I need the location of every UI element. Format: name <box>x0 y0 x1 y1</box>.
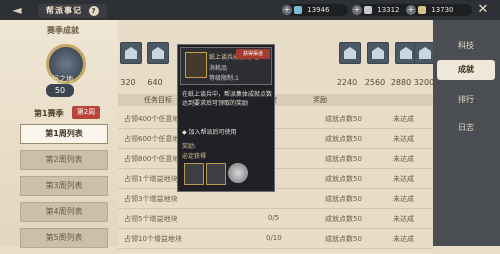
row-status: 未达成 <box>393 155 414 163</box>
item-type: 消耗品 <box>209 65 228 72</box>
silver-coin-icon[interactable] <box>228 163 248 183</box>
chest-value: 2240 <box>336 78 358 87</box>
row-reward: 成就点数50 <box>325 195 362 203</box>
chest-icon[interactable] <box>339 42 361 64</box>
reward-label: 奖励: <box>182 143 197 150</box>
season-row: 第1赛季 第2周 <box>8 106 108 120</box>
week-3-button[interactable]: 第3周列表 <box>20 176 108 196</box>
item-tooltip: 纸上谈兵成就礼·七 消耗品 等级限制:1 获得渠道 在纸上谈兵中，帮派集体成就点… <box>177 44 275 192</box>
row-reward: 成就点数50 <box>325 175 362 183</box>
currency-gold: + 13730 <box>406 4 472 16</box>
row-goal: 占领1个增益地块 <box>124 175 178 183</box>
reward-items <box>184 163 270 185</box>
window-title: 帮派事记 <box>46 6 82 15</box>
chest-icon[interactable] <box>120 42 142 64</box>
top-bar: ◄ 帮派事记 ? + 13946 + 13312 + 13730 ✕ <box>0 0 500 20</box>
chest-value: 640 <box>147 78 163 87</box>
add-gold-icon[interactable]: + <box>406 5 416 15</box>
season-label: 第1赛季 <box>34 109 64 118</box>
right-nav: 科技 成就 排行 日志 <box>433 20 500 246</box>
table-header: 任务目标 进度 奖励 <box>118 94 433 106</box>
item-tip: ◆ 加入帮派后可使用 <box>182 129 237 136</box>
close-icon[interactable]: ✕ <box>472 2 494 18</box>
badge-name: 立恒之地 <box>45 75 73 83</box>
table-row: 占领800个任意地块 成就点数50 未达成 <box>118 148 433 169</box>
table-row: 占领3个增益地块 成就点数50 未达成 <box>118 188 433 209</box>
row-progress: 0/5 <box>268 214 280 222</box>
item-limit: 等级限制:1 <box>209 75 239 82</box>
row-status: 未达成 <box>393 235 414 243</box>
chest-icon[interactable] <box>147 42 169 64</box>
table-row: 占领5个增益地块 0/5 成就点数50 未达成 <box>118 208 433 229</box>
reward-item-icon[interactable] <box>206 163 226 185</box>
help-icon[interactable]: ? <box>88 6 99 16</box>
row-goal: 占领5个增益地块 <box>124 215 178 223</box>
window-title-bar: 帮派事记 ? <box>38 4 107 18</box>
back-arrow-icon[interactable]: ◄ <box>6 3 28 17</box>
header-reward: 奖励 <box>313 96 327 104</box>
header-goal: 任务目标 <box>144 96 172 104</box>
jade-value: 13946 <box>307 6 330 14</box>
item-description: 在纸上谈兵中，帮派集体成就点数达到要求后可领取的奖励 <box>182 91 273 107</box>
tab-technology[interactable]: 科技 <box>437 36 495 56</box>
season-panel: 赛季成就 立恒之地 50 第1赛季 第2周 第1周列表 第2周列表 第3周列表 … <box>0 20 118 248</box>
table-row: 占领400个任意地块 成就点数50 未达成 <box>118 108 433 129</box>
add-jade-icon[interactable]: + <box>282 5 292 15</box>
badge-level: 50 <box>46 84 74 97</box>
row-goal: 占领3个增益地块 <box>124 195 178 203</box>
row-status: 未达成 <box>393 135 414 143</box>
week-4-button[interactable]: 第4周列表 <box>20 202 108 222</box>
row-goal: 占领10个增益地块 <box>124 235 182 243</box>
row-status: 未达成 <box>393 215 414 223</box>
jade-icon <box>294 6 302 14</box>
tab-log[interactable]: 日志 <box>437 118 495 138</box>
silver-value: 13312 <box>377 6 400 14</box>
tab-achievement[interactable]: 成就 <box>437 60 495 80</box>
row-reward: 成就点数50 <box>325 115 362 123</box>
row-status: 未达成 <box>393 175 414 183</box>
row-progress: 0/10 <box>266 234 282 242</box>
obtain-source-button[interactable]: 获得渠道 <box>236 49 270 59</box>
chest-icon[interactable] <box>367 42 389 64</box>
table-row: 占领600个任意地块 成就点数50 未达成 <box>118 128 433 149</box>
reward-sub: 必定获得 <box>182 153 207 160</box>
gold-value: 13730 <box>431 6 454 14</box>
table-row: 占领1个增益地块 成就点数50 未达成 <box>118 168 433 189</box>
season-achievement-title: 赛季成就 <box>47 26 79 35</box>
row-reward: 成就点数50 <box>325 215 362 223</box>
currency-jade: + 13946 <box>282 4 348 16</box>
row-reward: 成就点数50 <box>325 155 362 163</box>
silver-icon <box>364 6 372 14</box>
row-status: 未达成 <box>393 195 414 203</box>
achievement-main: 320 640 2240 2560 2880 3200 任务目标 进度 奖励 占… <box>118 20 436 249</box>
chest-value: 320 <box>120 78 136 87</box>
week-5-button[interactable]: 第5周列表 <box>20 228 108 248</box>
reward-item-icon[interactable] <box>184 163 204 185</box>
week-2-button[interactable]: 第2周列表 <box>20 150 108 170</box>
gold-icon <box>418 6 426 14</box>
gift-chest-icon <box>185 52 207 78</box>
week-1-button[interactable]: 第1周列表 <box>20 124 108 144</box>
row-reward: 成就点数50 <box>325 135 362 143</box>
week-list: 第1周列表 第2周列表 第3周列表 第4周列表 第5周列表 <box>20 124 108 254</box>
row-reward: 成就点数50 <box>325 235 362 243</box>
add-silver-icon[interactable]: + <box>352 5 362 15</box>
row-status: 未达成 <box>393 115 414 123</box>
tab-ranking[interactable]: 排行 <box>437 90 495 110</box>
week-tag: 第2周 <box>72 106 100 119</box>
